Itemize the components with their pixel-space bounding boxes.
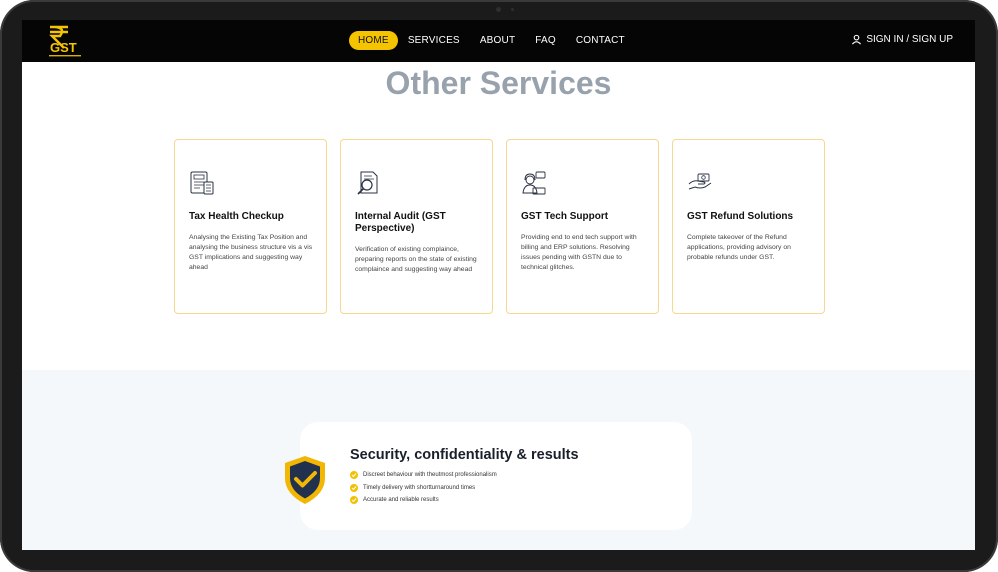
nav-services[interactable]: SERVICES — [398, 31, 470, 50]
audit-report-icon — [357, 171, 378, 195]
nav-contact[interactable]: CONTACT — [566, 31, 635, 50]
list-item-text: Timely delivery with shortturnaround tim… — [363, 484, 476, 491]
card-desc: Complete takeover of the Refund applicat… — [687, 234, 791, 261]
check-icon — [350, 483, 358, 492]
svg-text:GST: GST — [50, 40, 77, 55]
card-desc: Analysing the Existing Tax Position and … — [189, 234, 313, 271]
camera — [496, 7, 501, 12]
tablet-frame: GST HOME SERVICES ABOUT FAQ CONTACT SIGN… — [0, 0, 998, 572]
screen: GST HOME SERVICES ABOUT FAQ CONTACT SIGN… — [22, 20, 975, 550]
gst-logo[interactable]: GST — [46, 24, 84, 60]
tax-document-icon — [190, 171, 214, 195]
card-title: GST Refund Solutions — [687, 211, 794, 222]
service-card-refund[interactable]: GST Refund Solutions Complete takeover o… — [672, 139, 825, 314]
list-item-text: Discreet behaviour with theutmost profes… — [363, 472, 497, 479]
check-icon — [350, 496, 358, 505]
list-item: Discreet behaviour with theutmost profes… — [350, 469, 497, 482]
section-title: Other Services — [385, 65, 612, 101]
sign-in-label: SIGN IN / SIGN UP — [866, 34, 953, 45]
service-card-internal-audit[interactable]: Internal Audit (GST Perspective) Verific… — [340, 139, 493, 314]
nav-menu: HOME SERVICES ABOUT FAQ CONTACT — [349, 31, 635, 50]
list-item: Timely delivery with shortturnaround tim… — [350, 482, 497, 495]
nav-faq[interactable]: FAQ — [525, 31, 566, 50]
user-icon — [852, 34, 862, 45]
list-item: Accurate and reliable results — [350, 494, 497, 507]
nav-about[interactable]: ABOUT — [470, 31, 525, 50]
card-desc: Verification of existing complaince, pre… — [355, 246, 477, 273]
top-navbar: GST HOME SERVICES ABOUT FAQ CONTACT SIGN… — [22, 20, 975, 62]
service-card-tech-support[interactable]: GST Tech Support Providing end to end te… — [506, 139, 659, 314]
refund-money-icon — [688, 173, 712, 190]
tech-support-icon — [522, 171, 546, 195]
check-icon — [350, 471, 358, 480]
card-desc: Providing end to end tech support with b… — [521, 234, 637, 271]
security-title: Security, confidentiality & results — [350, 447, 579, 463]
card-title: GST Tech Support — [521, 211, 609, 222]
list-item-text: Accurate and reliable results — [363, 497, 439, 504]
shield-check-icon — [285, 456, 325, 504]
security-list: Discreet behaviour with theutmost profes… — [350, 469, 497, 507]
service-card-tax-health[interactable]: Tax Health Checkup Analysing the Existin… — [174, 139, 327, 314]
card-title: Tax Health Checkup — [189, 211, 284, 222]
service-cards: Tax Health Checkup Analysing the Existin… — [174, 139, 825, 314]
card-title: Internal Audit (GST Perspective) — [355, 211, 446, 234]
sign-in-button[interactable]: SIGN IN / SIGN UP — [851, 34, 953, 45]
camera-sensor — [511, 8, 514, 11]
nav-home[interactable]: HOME — [349, 31, 398, 50]
